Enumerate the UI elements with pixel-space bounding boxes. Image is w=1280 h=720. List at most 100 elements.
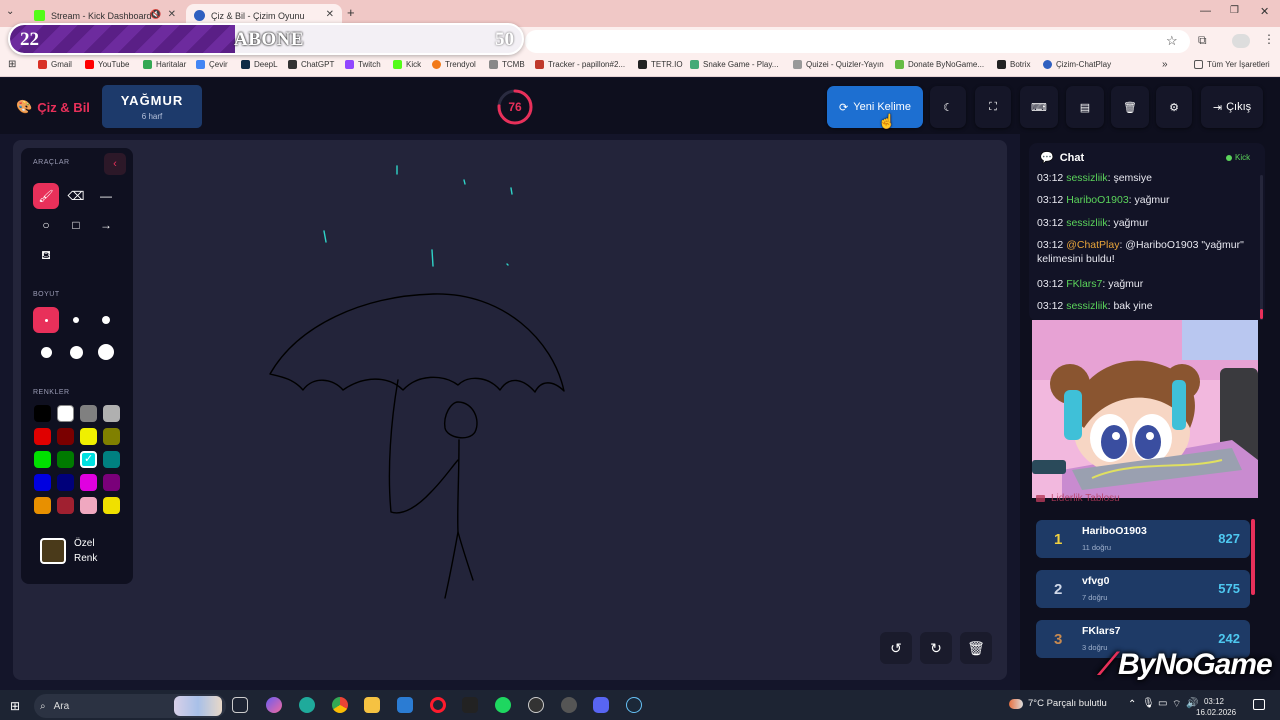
- minimize-icon[interactable]: —: [1200, 5, 1211, 17]
- url-field[interactable]: ☆: [525, 30, 1190, 53]
- notifications-icon[interactable]: [1253, 699, 1265, 710]
- more-bookmarks-icon[interactable]: »: [1162, 59, 1168, 70]
- chrome-icon[interactable]: [332, 697, 348, 713]
- bookmark-deepl[interactable]: DeepL: [241, 60, 278, 69]
- task-view-icon[interactable]: [232, 697, 248, 713]
- bookmark-gmail[interactable]: Gmail: [38, 60, 72, 69]
- discord-icon[interactable]: [593, 697, 609, 713]
- leaderboard-scrollbar[interactable]: [1251, 519, 1255, 595]
- edge-icon[interactable]: [299, 697, 315, 713]
- close-tab-icon[interactable]: ✕: [326, 9, 334, 20]
- chat-username[interactable]: sessizliik: [1066, 172, 1107, 184]
- dark-mode-button[interactable]: ☾: [930, 86, 966, 128]
- chat-username[interactable]: FKlars7: [1066, 278, 1102, 290]
- color-swatch[interactable]: [103, 497, 120, 514]
- file-explorer-icon[interactable]: [364, 697, 380, 713]
- bookmark-tracker[interactable]: Tracker - papillon#2...: [535, 60, 625, 69]
- weather-widget[interactable]: 7°C Parçalı bulutlu: [1009, 698, 1107, 709]
- fullscreen-button[interactable]: ⛶: [975, 86, 1011, 128]
- bookmark-kick[interactable]: Kick: [393, 60, 421, 69]
- bookmark-youtube[interactable]: YouTube: [85, 60, 129, 69]
- bookmark-quizei[interactable]: Quizei - Quizler-Yayın: [793, 60, 884, 69]
- color-swatch[interactable]: [34, 474, 51, 491]
- color-swatch[interactable]: [57, 474, 74, 491]
- color-swatch[interactable]: [103, 428, 120, 445]
- size-3-button[interactable]: [93, 307, 119, 333]
- brush-tool[interactable]: 🖌: [33, 183, 59, 209]
- size-2-button[interactable]: [63, 307, 89, 333]
- bookmark-star-icon[interactable]: ☆: [1166, 33, 1178, 49]
- bookmark-snake[interactable]: Snake Game - Play...: [690, 60, 778, 69]
- color-swatch[interactable]: [34, 428, 51, 445]
- bookmark-translate[interactable]: Çevir: [196, 60, 228, 69]
- color-swatch[interactable]: [57, 405, 74, 422]
- new-word-button[interactable]: ⟳ Yeni Kelime: [827, 86, 923, 128]
- microphone-icon[interactable]: 🎙: [1142, 698, 1155, 709]
- close-window-icon[interactable]: ✕: [1260, 5, 1269, 18]
- eraser-tool[interactable]: ⌫: [63, 183, 89, 209]
- delete-button[interactable]: 🗑: [1111, 86, 1149, 128]
- steam-icon[interactable]: [626, 697, 642, 713]
- keyboard-button[interactable]: ⌨: [1020, 86, 1058, 128]
- tab-list-chevron-icon[interactable]: ⌄: [6, 6, 14, 17]
- arrow-tool[interactable]: →: [93, 212, 119, 238]
- close-tab-icon[interactable]: ✕: [168, 9, 176, 20]
- archive-button[interactable]: ▤: [1066, 86, 1104, 128]
- bookmark-trendyol[interactable]: Trendyol: [432, 60, 476, 69]
- bookmark-maps[interactable]: Haritalar: [143, 60, 186, 69]
- undo-button[interactable]: ↺: [880, 632, 912, 664]
- bookmark-chatgpt[interactable]: ChatGPT: [288, 60, 334, 69]
- chat-username[interactable]: sessizliik: [1066, 300, 1107, 312]
- collapse-panel-button[interactable]: ‹: [104, 153, 126, 175]
- app-arrow-icon[interactable]: [462, 697, 478, 713]
- mail-icon[interactable]: [397, 697, 413, 713]
- bookmark-twitch[interactable]: Twitch: [345, 60, 381, 69]
- color-swatch[interactable]: [34, 451, 51, 468]
- custom-color-swatch[interactable]: [40, 538, 66, 564]
- spotify-icon[interactable]: [495, 697, 511, 713]
- bookmark-tetrio[interactable]: TETR.IO: [638, 60, 683, 69]
- size-5-button[interactable]: [63, 339, 89, 365]
- apps-grid-icon[interactable]: ⊞: [8, 59, 16, 70]
- extensions-icon[interactable]: ⧉: [1198, 33, 1207, 48]
- bookmark-botrix[interactable]: Botrix: [997, 60, 1030, 69]
- rectangle-tool[interactable]: □: [63, 212, 89, 238]
- color-swatch[interactable]: [34, 497, 51, 514]
- taskbar-search[interactable]: ⌕ Ara: [34, 694, 226, 718]
- color-swatch[interactable]: [103, 405, 120, 422]
- line-tool[interactable]: —: [93, 183, 119, 209]
- menu-icon[interactable]: ⋮: [1263, 32, 1275, 46]
- size-6-button[interactable]: [93, 339, 119, 365]
- tray-chevron-icon[interactable]: ⌃: [1128, 699, 1136, 710]
- new-tab-icon[interactable]: +: [347, 5, 355, 20]
- bookmark-cizim-chatplay[interactable]: Çizim-ChatPlay: [1043, 60, 1111, 69]
- color-swatch[interactable]: [80, 474, 97, 491]
- redo-button[interactable]: ↻: [920, 632, 952, 664]
- opera-icon[interactable]: [430, 697, 446, 713]
- windows-start-icon[interactable]: ⊞: [10, 699, 20, 713]
- color-swatch[interactable]: [57, 451, 74, 468]
- custom-color[interactable]: Özel Renk: [40, 536, 110, 566]
- music-app-icon[interactable]: [528, 697, 544, 713]
- size-4-button[interactable]: [33, 339, 59, 365]
- copilot-icon[interactable]: [266, 697, 282, 713]
- chat-username[interactable]: @ChatPlay: [1066, 239, 1119, 251]
- size-1-button[interactable]: [33, 307, 59, 333]
- color-swatch[interactable]: [80, 497, 97, 514]
- clear-canvas-button[interactable]: 🗑: [960, 632, 992, 664]
- profile-icon[interactable]: [1232, 34, 1250, 48]
- chat-username[interactable]: HariboO1903: [1066, 194, 1128, 206]
- color-swatch[interactable]: [80, 405, 97, 422]
- exit-button[interactable]: ⇥ Çıkış: [1201, 86, 1263, 128]
- chat-scroll-thumb[interactable]: [1260, 309, 1263, 319]
- globe-app-icon[interactable]: [561, 697, 577, 713]
- color-swatch[interactable]: [80, 428, 97, 445]
- app-logo[interactable]: 🎨 Çiz & Bil: [16, 99, 90, 115]
- network-icon[interactable]: ▭: [1158, 698, 1167, 709]
- restore-icon[interactable]: ❐: [1230, 5, 1239, 16]
- muted-icon[interactable]: 🔇: [150, 9, 161, 20]
- bookmark-tcmb[interactable]: TCMB: [489, 60, 525, 69]
- color-swatch[interactable]: [34, 405, 51, 422]
- chat-scrollbar[interactable]: [1260, 175, 1263, 320]
- color-swatch[interactable]: ✓: [80, 451, 97, 468]
